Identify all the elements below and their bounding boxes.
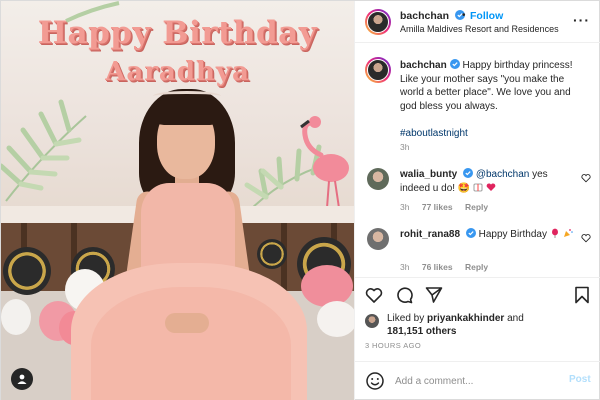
flamingo-decoration — [300, 116, 349, 208]
caption-username[interactable]: bachchan — [400, 60, 447, 71]
more-options-icon[interactable]: ··· — [573, 12, 590, 28]
post-location[interactable]: Amilla Maldives Resort and Residences — [400, 24, 559, 34]
party-popper-emoji-icon — [563, 229, 573, 237]
comment-time: 3h — [400, 202, 410, 212]
comment-likes[interactable]: 77 likes — [422, 202, 453, 212]
post-photo[interactable]: Happy Birthday Aaradhya — [1, 1, 354, 400]
author-avatar[interactable] — [365, 9, 391, 35]
liked-by-text: Liked by priyankakhinder and 181,151 oth… — [387, 313, 524, 338]
birthday-banner-title: Happy Birthday — [37, 15, 318, 51]
post-comment-button[interactable]: Post — [569, 374, 591, 385]
balloon-white — [1, 299, 31, 335]
tagged-user-icon[interactable] — [11, 368, 33, 390]
comments-section: bachchan Happy birthday princess! Like y… — [355, 44, 600, 276]
liked-by-prefix: Liked by — [387, 313, 425, 324]
follow-button[interactable]: Follow — [470, 10, 503, 22]
comment-item: rohit_rana88 Happy Birthday — [400, 228, 580, 242]
girl-bangs — [153, 97, 221, 125]
verified-badge-icon — [465, 228, 476, 238]
caption-author-avatar[interactable] — [365, 57, 391, 83]
balloon-white — [317, 301, 354, 337]
wrapped-gift-emoji-icon — [473, 183, 483, 191]
instagram-post: Happy Birthday Aaradhya bachchan • Follo… — [0, 0, 600, 400]
decor-plate — [257, 239, 287, 269]
author-username[interactable]: bachchan — [400, 10, 465, 22]
comment-meta: 3h 77 likes Reply — [400, 202, 498, 212]
liked-by: Liked by priyankakhinder and 181,151 oth… — [365, 312, 595, 338]
comment-text: Happy Birthday — [478, 229, 547, 240]
comment-time: 3h — [400, 262, 410, 272]
verified-badge-icon — [449, 59, 460, 69]
verified-badge-icon — [463, 168, 474, 178]
post-timestamp[interactable]: 3 HOURS AGO — [365, 341, 421, 350]
save-bookmark-icon[interactable] — [573, 286, 591, 304]
like-heart-icon[interactable] — [365, 286, 383, 304]
liker-avatar[interactable] — [365, 314, 379, 328]
post-actions-bar — [355, 277, 600, 311]
palm-leaf-left — [1, 99, 87, 202]
red-heart-emoji-icon — [486, 182, 496, 191]
share-paper-plane-icon[interactable] — [425, 286, 443, 304]
commenter-avatar[interactable] — [367, 228, 389, 250]
liked-by-user[interactable]: priyankakhinder — [427, 313, 504, 324]
comment-meta: 3h 76 likes Reply — [400, 262, 498, 272]
header-separator: • — [462, 10, 466, 21]
balloon-emoji-icon — [551, 228, 558, 238]
comment-likes[interactable]: 76 likes — [422, 262, 453, 272]
comment-username[interactable]: walia_bunty — [400, 169, 457, 180]
liked-by-conj: and — [507, 313, 524, 324]
emoji-smiley-icon[interactable] — [365, 371, 385, 391]
birthday-banner-name: Aaradhya — [105, 57, 250, 87]
reply-button[interactable]: Reply — [465, 262, 488, 272]
comment-username[interactable]: rohit_rana88 — [400, 229, 460, 240]
dress-skirt-layer — [91, 287, 291, 400]
comment-bubble-icon[interactable] — [395, 286, 413, 304]
like-comment-heart-icon[interactable] — [581, 233, 591, 243]
commenter-avatar[interactable] — [367, 168, 389, 190]
add-comment-input[interactable] — [395, 372, 555, 390]
liked-by-count[interactable]: 181,151 others — [387, 326, 457, 337]
caption-hashtag[interactable]: #aboutlastnight — [400, 127, 588, 141]
comment-mention[interactable]: @bachchan — [476, 169, 530, 180]
girl-hands — [165, 313, 209, 333]
comment-item: walia_bunty @bachchan yes indeed u do! 🤩 — [400, 168, 580, 195]
post-caption: bachchan Happy birthday princess! Like y… — [400, 59, 588, 141]
add-comment-bar: Post — [355, 361, 600, 400]
girl-headband — [153, 91, 221, 101]
caption-time: 3h — [400, 142, 410, 152]
reply-button[interactable]: Reply — [465, 202, 488, 212]
decor-plate — [3, 247, 51, 295]
balloon-pink — [301, 265, 353, 307]
like-comment-heart-icon[interactable] — [581, 173, 591, 183]
post-side-panel: bachchan • Follow Amilla Maldives Resort… — [354, 1, 600, 400]
post-header: bachchan • Follow Amilla Maldives Resort… — [355, 1, 600, 43]
